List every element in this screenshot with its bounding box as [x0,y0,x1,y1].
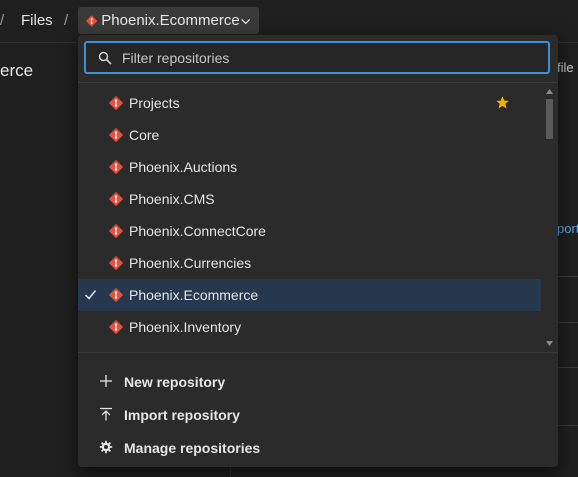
git-repo-icon [109,256,123,270]
repo-list-item[interactable]: Core [78,119,541,151]
divider [557,367,578,368]
repo-name: Phoenix.Auctions [129,159,238,175]
scrollbar-thumb[interactable] [546,99,553,139]
repo-name: Phoenix.CMS [129,191,215,207]
git-repo-icon [109,160,123,174]
git-repo-icon [109,288,123,302]
repo-list-item[interactable]: Phoenix.Auctions [78,151,541,183]
repository-dropdown: Projects Core Phoenix.Auctions Phoenix.CMS P… [78,35,558,467]
divider [557,425,578,426]
git-repo-icon [109,224,123,238]
filter-repositories-input[interactable] [122,49,522,66]
divider [557,276,578,277]
new-repository-label: New repository [124,374,226,390]
new-repository-button[interactable]: New repository [78,366,558,398]
repo-name: Projects [129,95,180,111]
repo-name: Phoenix.Ecommerce [129,287,259,303]
repo-list-item[interactable]: Phoenix.Currencies [78,247,541,279]
git-repo-icon [109,320,123,334]
star-icon[interactable] [495,95,510,110]
breadcrumb-separator: / [64,12,69,29]
breadcrumb-files[interactable]: Files [21,12,53,29]
import-repository-button[interactable]: Import repository [78,399,558,431]
repo-name: Phoenix.Currencies [129,255,252,271]
git-repo-icon [109,192,123,206]
repo-list-item[interactable]: Phoenix.Inventory [78,311,541,343]
plus-icon [100,375,112,387]
repo-name: Phoenix.Inventory [129,319,242,335]
repo-name: Phoenix.ConnectCore [129,223,266,239]
repo-list-item[interactable]: Phoenix.Ecommerce [78,279,541,311]
repo-selector-label: Phoenix.Ecommerce [101,12,240,29]
repo-list-item[interactable]: Phoenix.ConnectCore [78,215,541,247]
dropdown-footer: New repository Import repository Manage … [78,352,558,467]
right-pane-link[interactable]: port [557,221,578,236]
git-repo-icon [109,96,123,110]
divider [557,322,578,323]
repo-selector-button[interactable]: Phoenix.Ecommerce [78,7,259,34]
git-repo-icon [109,128,123,142]
page-title: erce [0,61,34,80]
import-repository-label: Import repository [124,407,240,423]
git-repo-icon [86,14,98,27]
scrollbar[interactable] [541,83,558,353]
filter-box [84,41,550,74]
scroll-up-arrow-icon[interactable] [546,89,553,94]
gear-icon [99,440,113,454]
repo-list-item[interactable]: Phoenix.CMS [78,183,541,215]
search-icon [98,51,112,65]
repo-name: Core [129,127,160,143]
chevron-down-icon [240,18,250,24]
manage-repositories-label: Manage repositories [124,440,261,456]
scroll-down-arrow-icon[interactable] [546,341,553,346]
breadcrumb-separator: / [0,12,5,29]
manage-repositories-button[interactable]: Manage repositories [78,432,558,464]
repo-list-item[interactable]: Projects [78,87,541,119]
right-pane-text: file [557,60,574,75]
repository-list: Projects Core Phoenix.Auctions Phoenix.CMS P… [78,82,558,353]
checkmark-icon [84,290,97,300]
upload-icon [100,407,112,421]
